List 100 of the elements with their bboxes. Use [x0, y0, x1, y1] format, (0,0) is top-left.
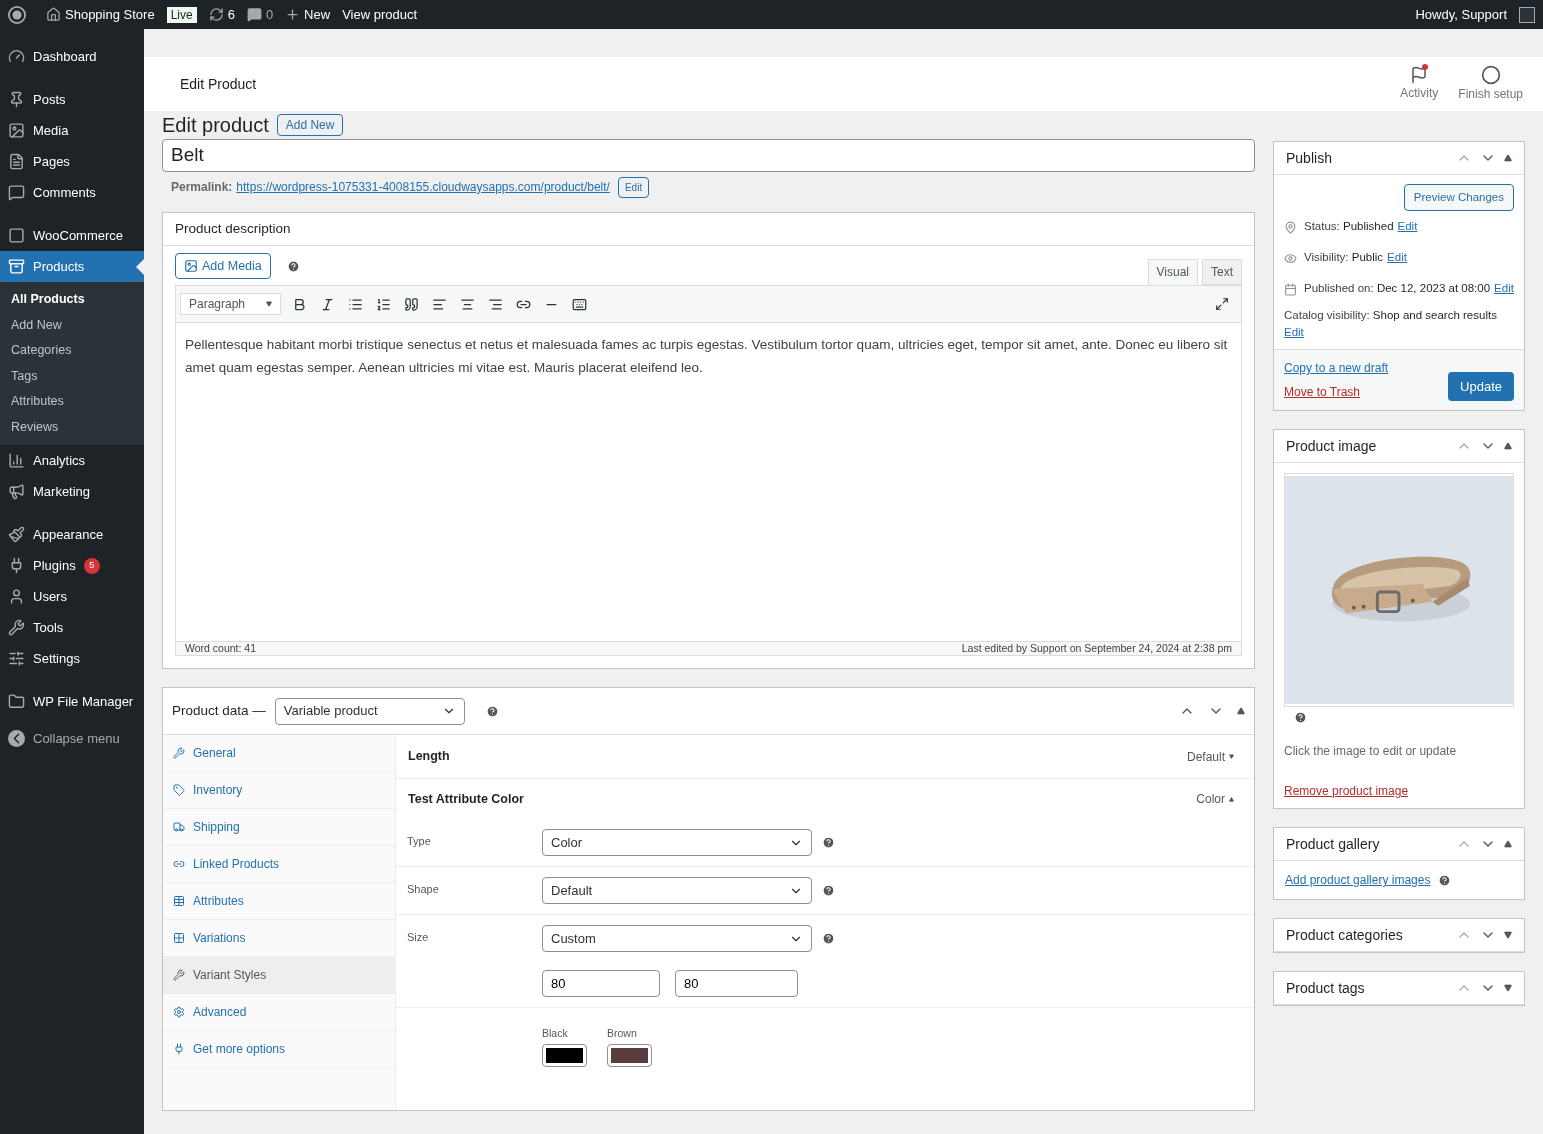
title-field[interactable]: Belt: [162, 139, 1255, 172]
height-field[interactable]: 80: [675, 970, 798, 997]
menu-item[interactable]: Marketing: [0, 476, 144, 507]
menu-item[interactable]: Products: [0, 251, 144, 282]
edit-permalink-button[interactable]: Edit: [617, 176, 650, 198]
editor-tab[interactable]: Text: [1202, 259, 1242, 285]
product-data-tab[interactable]: Get more options: [163, 1031, 395, 1068]
attribute-name[interactable]: Length: [408, 747, 1187, 766]
product-data-tab[interactable]: General: [163, 735, 395, 772]
fullscreen-icon[interactable]: [1215, 297, 1229, 311]
edit-link[interactable]: Edit: [1284, 326, 1304, 338]
quote-icon[interactable]: [404, 296, 419, 312]
help-icon[interactable]: [822, 884, 835, 897]
plus-icon[interactable]: [285, 7, 301, 22]
menu-item[interactable]: Plugins 5: [0, 550, 144, 581]
help-icon[interactable]: [485, 704, 499, 718]
menu-item[interactable]: Posts: [0, 84, 144, 115]
menu-item[interactable]: Comments: [0, 177, 144, 208]
menu-item[interactable]: Appearance: [0, 519, 144, 550]
comment-icon[interactable]: [246, 7, 262, 22]
header-activity-button[interactable]: Activity: [1390, 66, 1449, 102]
add-gallery-link[interactable]: Add product gallery images: [1285, 871, 1431, 889]
edit-link[interactable]: Edit: [1387, 249, 1407, 267]
align-center-icon[interactable]: [460, 296, 475, 312]
header-activity-button[interactable]: Finish setup: [1448, 65, 1533, 103]
product-data-tab[interactable]: Shipping: [163, 809, 395, 846]
option-select[interactable]: Custom: [542, 925, 812, 952]
submenu-item[interactable]: Add New: [0, 312, 144, 338]
menu-item[interactable]: Media: [0, 115, 144, 146]
submenu-item[interactable]: Reviews: [0, 414, 144, 440]
product-data-tab[interactable]: Variant Styles: [163, 957, 395, 994]
attribute-toggle[interactable]: Default: [1186, 747, 1234, 766]
add-media-button[interactable]: Add Media: [175, 253, 271, 279]
new-link[interactable]: New: [304, 4, 331, 25]
editor-tab[interactable]: Visual: [1147, 259, 1198, 285]
help-icon[interactable]: [822, 932, 835, 945]
comments-count[interactable]: 0: [265, 4, 274, 25]
collapse-menu-link[interactable]: Collapse menu: [33, 728, 120, 749]
greeting-link[interactable]: Howdy, Support: [1415, 4, 1507, 25]
help-icon[interactable]: [1294, 711, 1307, 724]
product-data-tab[interactable]: Linked Products: [163, 846, 395, 883]
italic-icon[interactable]: [320, 296, 335, 312]
view-product-link[interactable]: View product: [342, 4, 418, 25]
help-icon[interactable]: [822, 836, 835, 849]
field-label: Type: [407, 834, 432, 849]
trash-link[interactable]: Move to Trash: [1284, 383, 1449, 401]
collapse-icon[interactable]: [1504, 154, 1512, 162]
menu-item[interactable]: WooCommerce: [0, 220, 144, 251]
format-select[interactable]: Paragraph: [180, 293, 281, 315]
menu-item[interactable]: Settings: [0, 643, 144, 674]
expand-icon[interactable]: [1504, 931, 1512, 939]
width-field[interactable]: 80: [542, 970, 660, 997]
submenu-item[interactable]: Tags: [0, 363, 144, 389]
expand-icon[interactable]: [1504, 984, 1512, 992]
option-select[interactable]: Default: [542, 877, 812, 904]
product-data-tab[interactable]: Attributes: [163, 883, 395, 920]
product-data-tab[interactable]: Advanced: [163, 994, 395, 1031]
avatar-icon[interactable]: [1519, 6, 1535, 23]
collapse-icon[interactable]: [1504, 840, 1512, 848]
preview-changes-button[interactable]: Preview Changes: [1403, 184, 1514, 211]
numbered-list-icon[interactable]: [376, 296, 391, 312]
align-right-icon[interactable]: [488, 296, 503, 312]
submenu-item[interactable]: All Products: [0, 287, 144, 313]
paintbrush-icon: [8, 526, 25, 543]
submenu-item[interactable]: Attributes: [0, 389, 144, 415]
update-button[interactable]: Update: [1448, 372, 1514, 401]
editor-content[interactable]: Pellentesque habitant morbi tristique senectus et netus et malesuada fames ac turpis egestas. Vestibulum tortor quam, ultricies eget, tempor sit amet, ante. Donec eu libero sit amet quam egestas semper. Aenean ultricies mi vitae est. Mauris placerat eleifend leo.: [176, 323, 1241, 641]
menu-item[interactable]: Tools: [0, 612, 144, 643]
box-title: Product image: [1286, 436, 1378, 456]
align-left-icon[interactable]: [432, 296, 447, 312]
permalink-url[interactable]: https://wordpress-1075331-4008155.cloudwaysapps.com/product/belt/: [236, 178, 610, 196]
add-new-button[interactable]: Add New: [276, 114, 344, 136]
collapse-icon[interactable]: [8, 730, 25, 747]
attribute-name[interactable]: Test Attribute Color: [408, 789, 1197, 809]
copy-draft-link[interactable]: Copy to a new draft: [1284, 359, 1449, 377]
menu-item[interactable]: Dashboard: [0, 41, 144, 72]
collapse-icon[interactable]: [1504, 442, 1512, 450]
help-icon[interactable]: [286, 260, 300, 273]
updates-icon[interactable]: [208, 7, 224, 22]
updates-count[interactable]: 6: [227, 4, 235, 25]
collapse-icon[interactable]: [1237, 707, 1245, 715]
bullet-list-icon[interactable]: [348, 296, 363, 312]
site-name-link[interactable]: Shopping Store: [65, 4, 155, 25]
menu-item[interactable]: Analytics: [0, 445, 144, 476]
product-data-tab[interactable]: Inventory: [163, 772, 395, 809]
edit-link[interactable]: Edit: [1494, 280, 1514, 298]
keyboard-icon[interactable]: [572, 296, 587, 312]
bold-icon[interactable]: [292, 296, 307, 312]
submenu-item[interactable]: Categories: [0, 338, 144, 364]
attribute-toggle[interactable]: Color: [1196, 790, 1234, 808]
box-title: Product description: [175, 219, 291, 238]
edit-link[interactable]: Edit: [1397, 218, 1418, 236]
menu-item[interactable]: Users: [0, 581, 144, 612]
menu-item[interactable]: WP File Manager: [0, 686, 144, 717]
home-icon[interactable]: [46, 7, 61, 22]
product-type-select[interactable]: Variable product: [274, 697, 465, 725]
option-select[interactable]: Color: [542, 829, 812, 856]
menu-item[interactable]: Pages: [0, 146, 144, 177]
remove-image-link[interactable]: Remove product image: [1284, 784, 1409, 798]
help-icon[interactable]: [1438, 873, 1452, 887]
